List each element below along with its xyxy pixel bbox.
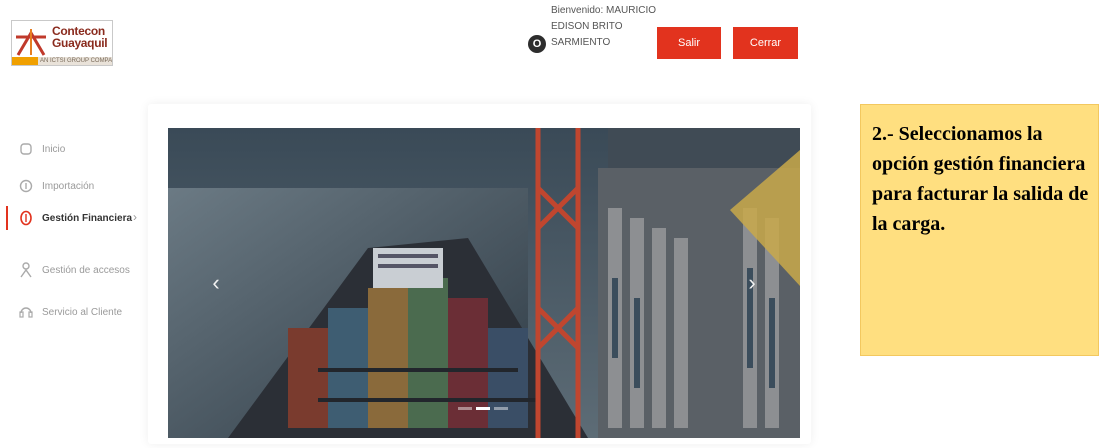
carousel-prev-icon[interactable]: ‹ xyxy=(204,268,228,298)
sidebar-item-label: Inicio xyxy=(42,143,66,155)
carousel-indicators xyxy=(458,407,508,410)
callout-arrow xyxy=(730,150,800,286)
salir-button[interactable]: Salir xyxy=(657,27,721,59)
contecon-logo[interactable]: Contecon Guayaquil AN ICTSI GROUP COMPAN… xyxy=(11,20,113,66)
home-icon xyxy=(18,141,34,157)
sidebar-item-gestion-financiera[interactable]: Gestión Financiera › xyxy=(0,204,150,232)
sidebar-item-label: Gestión de accesos xyxy=(42,264,130,276)
access-icon xyxy=(18,262,34,278)
hero-carousel[interactable]: ‹ › xyxy=(168,128,800,438)
carousel-indicator-active[interactable] xyxy=(476,407,490,410)
user-avatar[interactable]: O xyxy=(528,35,546,53)
carousel-indicator[interactable] xyxy=(458,407,472,410)
customer-service-icon xyxy=(18,304,34,320)
sidebar-item-label: Servicio al Cliente xyxy=(42,306,123,318)
crane-logo-icon xyxy=(14,25,48,59)
import-icon xyxy=(18,178,34,194)
instruction-callout: 2.- Seleccionamos la opción gestión fina… xyxy=(860,104,1099,356)
cerrar-button[interactable]: Cerrar xyxy=(733,27,798,59)
user-greeting: Bienvenido: MAURICIO EDISON BRITO SARMIE… xyxy=(551,3,656,51)
user-line-3: SARMIENTO xyxy=(551,37,611,48)
callout-text: 2.- Seleccionamos la opción gestión fina… xyxy=(872,123,1089,235)
sidebar-item-servicio-cliente[interactable]: Servicio al Cliente xyxy=(0,298,150,326)
logo-strip: AN ICTSI GROUP COMPANY xyxy=(12,57,112,65)
sidebar-item-importacion[interactable]: Importación xyxy=(0,172,150,200)
sidebar-item-label: Gestión Financiera xyxy=(42,212,133,224)
carousel-indicator[interactable] xyxy=(494,407,508,410)
port-photo xyxy=(168,128,800,438)
sidebar-item-gestion-accesos[interactable]: Gestión de accesos xyxy=(0,256,150,284)
user-line-1: Bienvenido: MAURICIO xyxy=(551,5,657,16)
sidebar-item-inicio[interactable]: Inicio xyxy=(0,135,150,163)
logo-text: Contecon Guayaquil xyxy=(52,24,108,50)
chevron-right-icon: › xyxy=(133,210,137,224)
finance-icon xyxy=(18,210,34,226)
user-line-2: EDISON BRITO xyxy=(551,21,623,32)
sidebar-item-label: Importación xyxy=(42,180,95,192)
